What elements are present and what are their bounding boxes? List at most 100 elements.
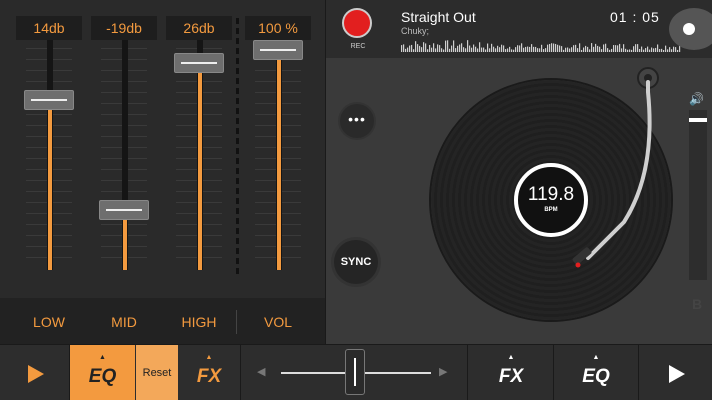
slider-handle[interactable]	[24, 90, 74, 111]
fx-button-left[interactable]: ▲ FX	[178, 345, 240, 400]
waveform-bar	[671, 49, 673, 52]
crossfader[interactable]: ◀ ▶	[240, 345, 468, 400]
eq-mid-slider[interactable]	[91, 0, 157, 298]
slider-fill	[277, 60, 281, 270]
waveform-bar	[553, 43, 555, 52]
waveform-bar	[605, 43, 607, 52]
waveform-bar	[505, 49, 507, 52]
waveform-bar	[449, 48, 451, 52]
reset-button[interactable]: Reset	[136, 345, 178, 400]
arrow-right-icon[interactable]: ▶	[439, 365, 447, 378]
eq-low-slider[interactable]	[16, 0, 82, 298]
waveform-bar	[637, 44, 639, 52]
needle-icon	[575, 262, 581, 268]
waveform-bar	[621, 48, 623, 52]
waveform-bar	[459, 44, 461, 52]
play-button-left[interactable]	[0, 345, 70, 400]
caret-up-icon: ▲	[205, 354, 213, 361]
waveform-bar	[491, 43, 493, 52]
waveform-bar	[433, 43, 435, 52]
waveform-bar	[559, 45, 561, 52]
eq-high-label: HIGH	[181, 314, 217, 330]
waveform-bar	[421, 47, 423, 52]
waveform-bar	[543, 49, 545, 52]
waveform-bar	[493, 46, 495, 52]
fx-button-right[interactable]: ▲ FX	[469, 345, 554, 400]
waveform-bar	[607, 48, 609, 52]
waveform-bar	[439, 45, 441, 52]
waveform-bar	[589, 49, 591, 52]
waveform-bar	[649, 49, 651, 52]
crossfader-handle[interactable]	[345, 349, 365, 395]
slider-handle[interactable]	[99, 199, 149, 220]
waveform-bar	[629, 49, 631, 52]
waveform-bar	[501, 44, 503, 52]
waveform-bar	[445, 40, 447, 52]
volume-slider[interactable]	[245, 0, 311, 298]
waveform-bar	[413, 49, 415, 52]
eq-label-left: EQ	[88, 366, 117, 387]
waveform-bar	[509, 46, 511, 52]
waveform-bar	[409, 45, 411, 52]
waveform-bar	[435, 48, 437, 52]
waveform-bar	[555, 43, 557, 52]
waveform[interactable]	[401, 40, 683, 52]
waveform-bar	[465, 48, 467, 52]
eq-button-right[interactable]: ▲ EQ	[554, 345, 639, 400]
play-button-right[interactable]	[639, 345, 712, 400]
slider-handle[interactable]	[253, 40, 303, 60]
waveform-bar	[427, 49, 429, 52]
waveform-bar	[655, 47, 657, 52]
volume-icon: 🔊	[689, 92, 704, 106]
pitch-slider-handle[interactable]	[689, 118, 707, 122]
waveform-bar	[575, 44, 577, 52]
labels-divider	[236, 310, 237, 334]
waveform-bar	[535, 46, 537, 52]
mixer-labels-bar: LOW MID HIGH VOL	[0, 298, 325, 344]
waveform-bar	[507, 48, 509, 52]
record-button[interactable]	[342, 8, 372, 38]
pitch-slider[interactable]	[689, 110, 707, 280]
eq-low-label: LOW	[33, 314, 65, 330]
waveform-bar	[469, 45, 471, 52]
more-options-button[interactable]: •••	[340, 104, 374, 138]
fx-label-left: FX	[196, 366, 222, 387]
tonearm[interactable]	[566, 62, 686, 282]
sync-button[interactable]: SYNC	[334, 240, 378, 284]
slider-fill	[48, 110, 52, 270]
waveform-bar	[403, 44, 405, 52]
waveform-bar	[447, 40, 449, 52]
deck-letter: B	[692, 296, 703, 312]
waveform-bar	[503, 45, 505, 52]
waveform-bar	[407, 47, 409, 52]
waveform-bar	[619, 43, 621, 52]
eq-button-left[interactable]: ▲ EQ	[70, 345, 135, 400]
waveform-bar	[581, 49, 583, 52]
deck-switch-icon[interactable]	[669, 8, 712, 50]
waveform-bar	[565, 47, 567, 52]
waveform-bar	[547, 44, 549, 52]
waveform-bar	[481, 47, 483, 52]
waveform-bar	[485, 49, 487, 52]
waveform-bar	[561, 46, 563, 52]
waveform-bar	[639, 48, 641, 52]
waveform-bar	[647, 46, 649, 52]
eq-high-slider[interactable]	[166, 0, 232, 298]
waveform-bar	[515, 47, 517, 52]
waveform-bar	[443, 49, 445, 52]
mixer-panel: 14db -19db 26db 100 % LOW MID HIGH VOL	[0, 0, 325, 344]
waveform-bar	[625, 48, 627, 52]
slider-fill	[198, 72, 202, 270]
waveform-bar	[453, 40, 455, 52]
waveform-bar	[633, 46, 635, 52]
slider-handle[interactable]	[174, 52, 224, 73]
waveform-bar	[437, 44, 439, 52]
waveform-bar	[609, 49, 611, 52]
waveform-bar	[405, 48, 407, 52]
waveform-bar	[489, 48, 491, 52]
waveform-bar	[545, 48, 547, 52]
waveform-bar	[429, 45, 431, 52]
waveform-bar	[487, 43, 489, 52]
arrow-left-icon[interactable]: ◀	[257, 365, 265, 378]
waveform-bar	[665, 45, 667, 52]
